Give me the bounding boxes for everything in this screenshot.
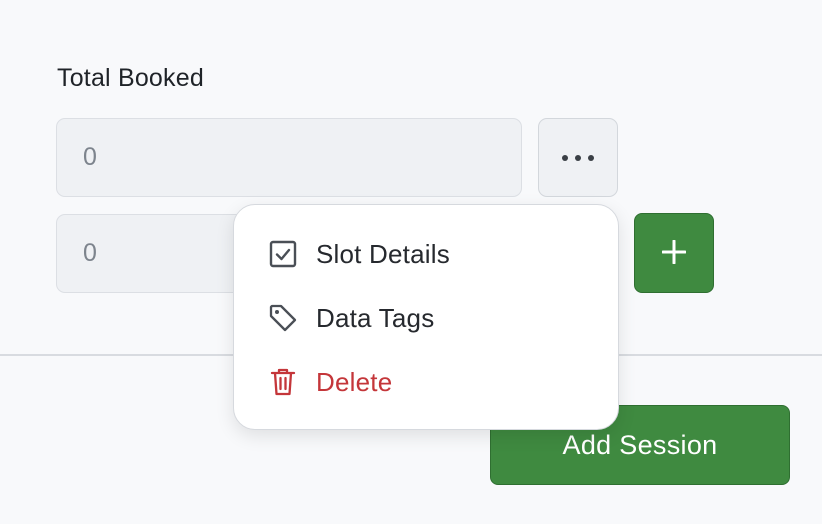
menu-item-label: Data Tags: [316, 302, 435, 333]
total-booked-input[interactable]: 0: [56, 118, 522, 197]
options-dropdown-menu: Slot Details Data Tags Delete: [233, 204, 619, 430]
menu-item-label: Delete: [316, 366, 393, 397]
total-booked-value: 0: [83, 143, 97, 171]
plus-icon: [661, 239, 687, 267]
menu-item-slot-details[interactable]: Slot Details: [234, 229, 618, 279]
menu-item-label: Slot Details: [316, 238, 450, 269]
menu-item-delete[interactable]: Delete: [234, 357, 618, 407]
add-row-button[interactable]: [634, 213, 714, 293]
tag-icon: [268, 303, 298, 333]
checkbox-icon: [268, 239, 298, 269]
trash-icon: [268, 367, 298, 397]
second-value: 0: [83, 239, 97, 267]
total-booked-label: Total Booked: [57, 64, 204, 92]
more-options-button[interactable]: [538, 118, 618, 197]
menu-item-data-tags[interactable]: Data Tags: [234, 293, 618, 343]
ellipsis-icon: [561, 150, 595, 165]
